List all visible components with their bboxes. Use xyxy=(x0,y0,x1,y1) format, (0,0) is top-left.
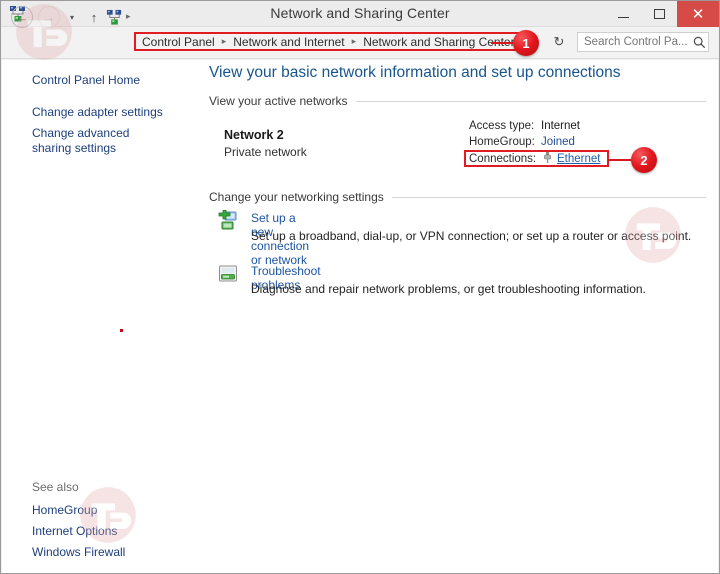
up-button[interactable]: ↑ xyxy=(86,8,102,26)
homegroup-value[interactable]: Joined xyxy=(541,136,575,148)
sidebar-item-homegroup[interactable]: HomeGroup xyxy=(32,503,97,518)
heading-rule xyxy=(391,196,706,198)
breadcrumb-item-network-and-internet[interactable]: Network and Internet xyxy=(233,35,344,49)
chevron-down-icon[interactable]: ▾ xyxy=(65,11,79,23)
sidebar-item-internet-options[interactable]: Internet Options xyxy=(32,524,117,539)
maximize-button[interactable] xyxy=(641,1,677,27)
breadcrumb-separator: ▸ xyxy=(351,36,357,46)
breadcrumb-root-separator: ▸ xyxy=(126,11,131,21)
main-pane: View your basic network information and … xyxy=(199,60,718,573)
see-also-label: See also xyxy=(32,480,79,494)
minimize-button[interactable] xyxy=(605,1,641,27)
network-sharing-center-window: Network and Sharing Center ✕ ← → ▾ ↑ ▸ C… xyxy=(0,0,720,574)
access-type-value: Internet xyxy=(541,120,580,132)
sidebar-item-windows-firewall[interactable]: Windows Firewall xyxy=(32,545,125,560)
active-networks-heading: View your active networks xyxy=(209,94,706,108)
network-type: Private network xyxy=(224,145,307,159)
network-info-table: Access type: Internet HomeGroup: Joined xyxy=(469,118,580,150)
access-type-label: Access type: xyxy=(469,120,535,132)
table-row: Access type: Internet xyxy=(469,118,580,134)
content-area: Control Panel Home Change adapter settin… xyxy=(2,60,718,573)
change-settings-heading: Change your networking settings xyxy=(209,190,706,204)
change-settings-heading-text: Change your networking settings xyxy=(209,190,384,204)
homegroup-label: HomeGroup: xyxy=(469,136,535,148)
table-row: HomeGroup: Joined xyxy=(469,134,580,150)
ethernet-plug-icon xyxy=(543,151,552,167)
breadcrumb-item-control-panel[interactable]: Control Panel xyxy=(142,35,215,49)
network-name: Network 2 xyxy=(224,128,284,142)
annotation-badge-2: 2 xyxy=(631,147,657,173)
sidebar-item-change-advanced-sharing-settings[interactable]: Change advanced sharing settings xyxy=(32,126,167,156)
sidebar: Control Panel Home Change adapter settin… xyxy=(2,60,199,573)
connections-label: Connections: xyxy=(469,153,537,165)
close-button[interactable]: ✕ xyxy=(677,1,719,27)
search-icon[interactable] xyxy=(690,36,708,49)
forward-button[interactable]: → xyxy=(38,6,60,28)
search-input[interactable] xyxy=(584,36,690,48)
sidebar-item-change-adapter-settings[interactable]: Change adapter settings xyxy=(32,105,163,120)
search-box[interactable] xyxy=(577,32,709,52)
ethernet-link[interactable]: Ethernet xyxy=(557,153,600,165)
breadcrumb[interactable]: Control Panel ▸ Network and Internet ▸ N… xyxy=(134,32,523,51)
new-connection-icon xyxy=(217,209,241,232)
troubleshoot-problems-desc: Diagnose and repair network problems, or… xyxy=(251,282,646,296)
heading-rule xyxy=(355,100,706,102)
breadcrumb-separator: ▸ xyxy=(221,36,227,46)
cursor-dot-artifact xyxy=(120,329,123,332)
setup-new-connection-desc: Set up a broadband, dial-up, or VPN conn… xyxy=(251,229,692,243)
refresh-button[interactable]: ↻ xyxy=(546,32,572,52)
address-network-icon xyxy=(106,9,123,26)
active-networks-heading-text: View your active networks xyxy=(209,94,348,108)
window-controls: ✕ xyxy=(605,1,719,27)
back-button[interactable]: ← xyxy=(11,6,33,28)
sidebar-item-control-panel-home[interactable]: Control Panel Home xyxy=(32,73,140,88)
troubleshoot-icon xyxy=(217,263,241,285)
page-title: View your basic network information and … xyxy=(209,64,621,81)
connections-row: Connections: Ethernet xyxy=(469,151,600,167)
annotation-badge-1: 1 xyxy=(513,30,539,56)
